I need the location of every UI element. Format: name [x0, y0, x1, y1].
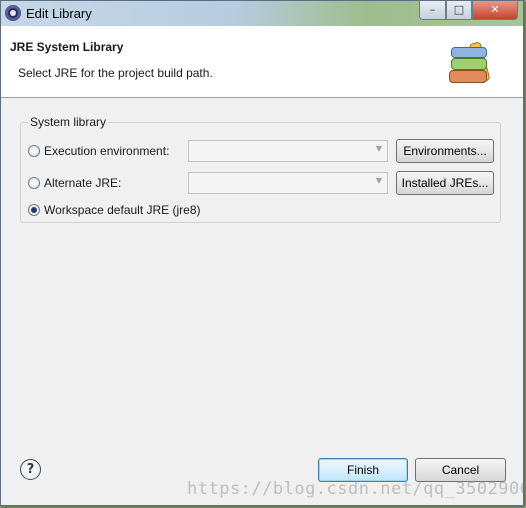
dialog-header: JRE System Library Select JRE for the pr… — [1, 26, 523, 98]
workspace-default-label: Workspace default JRE (jre8) — [44, 203, 201, 217]
execution-environment-radio[interactable] — [28, 145, 40, 157]
execution-environment-label: Execution environment: — [44, 144, 170, 158]
execution-environment-option[interactable]: Execution environment: — [28, 142, 169, 160]
help-icon[interactable]: ? — [20, 459, 41, 480]
edit-library-dialog: Edit Library – □ ✕ JRE System Library Se… — [0, 0, 524, 506]
alternate-jre-label: Alternate JRE: — [44, 176, 122, 190]
alternate-jre-option[interactable]: Alternate JRE: — [28, 174, 121, 192]
workspace-default-option[interactable]: Workspace default JRE (jre8) — [28, 201, 201, 219]
maximize-button[interactable]: □ — [446, 1, 472, 20]
alternate-jre-radio[interactable] — [28, 177, 40, 189]
workspace-default-radio[interactable] — [28, 204, 40, 216]
library-books-icon — [447, 41, 505, 89]
header-title: JRE System Library — [10, 40, 124, 54]
minimize-button[interactable]: – — [419, 1, 446, 20]
installed-jres-button[interactable]: Installed JREs... — [396, 171, 494, 195]
close-button[interactable]: ✕ — [472, 1, 518, 20]
watermark-text: https://blog.csdn.net/qq_35029061 — [187, 479, 524, 499]
execution-environment-combo[interactable]: ▼ — [188, 140, 388, 162]
alternate-jre-combo[interactable]: ▼ — [188, 172, 388, 194]
chevron-down-icon: ▼ — [375, 144, 382, 153]
system-library-label: System library — [28, 115, 109, 129]
chevron-down-icon: ▼ — [375, 176, 382, 185]
header-subtitle: Select JRE for the project build path. — [18, 66, 213, 80]
eclipse-icon — [5, 5, 21, 21]
environments-button[interactable]: Environments... — [396, 139, 494, 163]
title-bar[interactable]: Edit Library – □ ✕ — [1, 1, 523, 26]
window-title: Edit Library — [26, 6, 92, 21]
